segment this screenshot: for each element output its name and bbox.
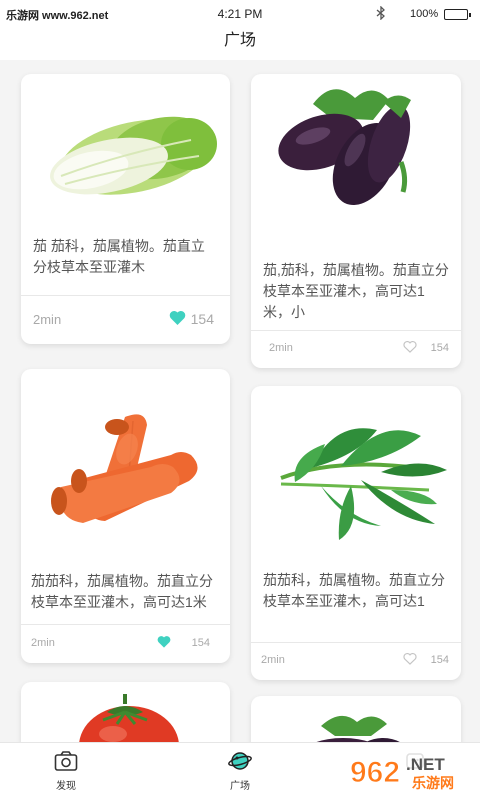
bluetooth-icon	[376, 5, 386, 23]
watermark-subtitle: 乐游网	[412, 775, 454, 792]
page-title-bar: 广场	[0, 26, 480, 60]
carrot-image	[21, 369, 230, 529]
post-description: 茄,茄科，茄属植物。茄直立分枝草本至亚灌木，高可达1米，小	[263, 262, 449, 320]
eggplant-image	[251, 74, 461, 224]
watermark-suffix: .NET	[406, 755, 445, 774]
post-time: 2min	[269, 342, 293, 354]
napa-cabbage-image	[21, 74, 230, 224]
water-spinach-image	[251, 386, 461, 546]
tomato-image	[21, 682, 230, 742]
status-bar: 乐游网 www.962.net 4:21 PM 100%	[0, 0, 480, 26]
battery-percent: 100%	[410, 8, 439, 20]
like-count: 154	[191, 637, 210, 649]
page-title: 广场	[223, 32, 256, 49]
divider	[21, 295, 230, 296]
post-card[interactable]: 茄,茄科，茄属植物。茄直立分枝草本至亚灌木，高可达1米，小 2min 154	[251, 74, 461, 368]
tab-label: 广场	[230, 781, 250, 792]
post-description: 茄 茄科，茄属植物。茄直立分枝草本至亚灌木	[33, 238, 205, 275]
divider	[251, 642, 461, 643]
heart-filled-icon[interactable]	[169, 310, 186, 330]
post-card[interactable]: 茄茄科，茄属植物。茄直立分枝草本至亚灌木，高可达1米 2min 154	[21, 369, 230, 663]
eggplant-image	[251, 696, 461, 742]
divider	[251, 330, 461, 331]
status-time: 4:21 PM	[217, 7, 263, 21]
planet-icon	[228, 750, 252, 772]
heart-filled-icon[interactable]	[157, 635, 171, 653]
tab-square[interactable]: 广场	[180, 743, 300, 800]
camera-icon	[54, 750, 78, 772]
like-count: 154	[430, 654, 449, 666]
heart-outline-icon[interactable]	[403, 340, 417, 358]
like-count: 154	[430, 342, 449, 354]
post-card[interactable]	[21, 682, 230, 742]
post-time: 2min	[261, 654, 285, 666]
like-count: 154	[190, 311, 214, 327]
watermark-brand: 962	[350, 756, 400, 789]
post-card[interactable]: 茄茄科，茄属植物。茄直立分枝草本至亚灌木，高可达1 2min 154	[251, 386, 461, 680]
post-card[interactable]: 茄 茄科，茄属植物。茄直立分枝草本至亚灌木 2min 154	[21, 74, 230, 344]
heart-outline-icon[interactable]	[403, 652, 417, 670]
post-time: 2min	[31, 637, 55, 649]
post-time: 2min	[33, 312, 62, 327]
divider	[21, 624, 230, 625]
post-description: 茄茄科，茄属植物。茄直立分枝草本至亚灌木，高可达1	[263, 572, 445, 609]
tab-discover[interactable]: 发现	[6, 743, 126, 800]
post-card[interactable]	[251, 696, 461, 742]
battery-icon	[444, 9, 471, 20]
post-description: 茄茄科，茄属植物。茄直立分枝草本至亚灌木，高可达1米	[31, 573, 213, 610]
tab-label: 发现	[56, 781, 76, 792]
feed-grid[interactable]: 茄 茄科，茄属植物。茄直立分枝草本至亚灌木 2min 154 茄,茄科，茄属植物…	[0, 60, 480, 742]
site-watermark: 962 .NET 乐游网	[342, 748, 476, 794]
